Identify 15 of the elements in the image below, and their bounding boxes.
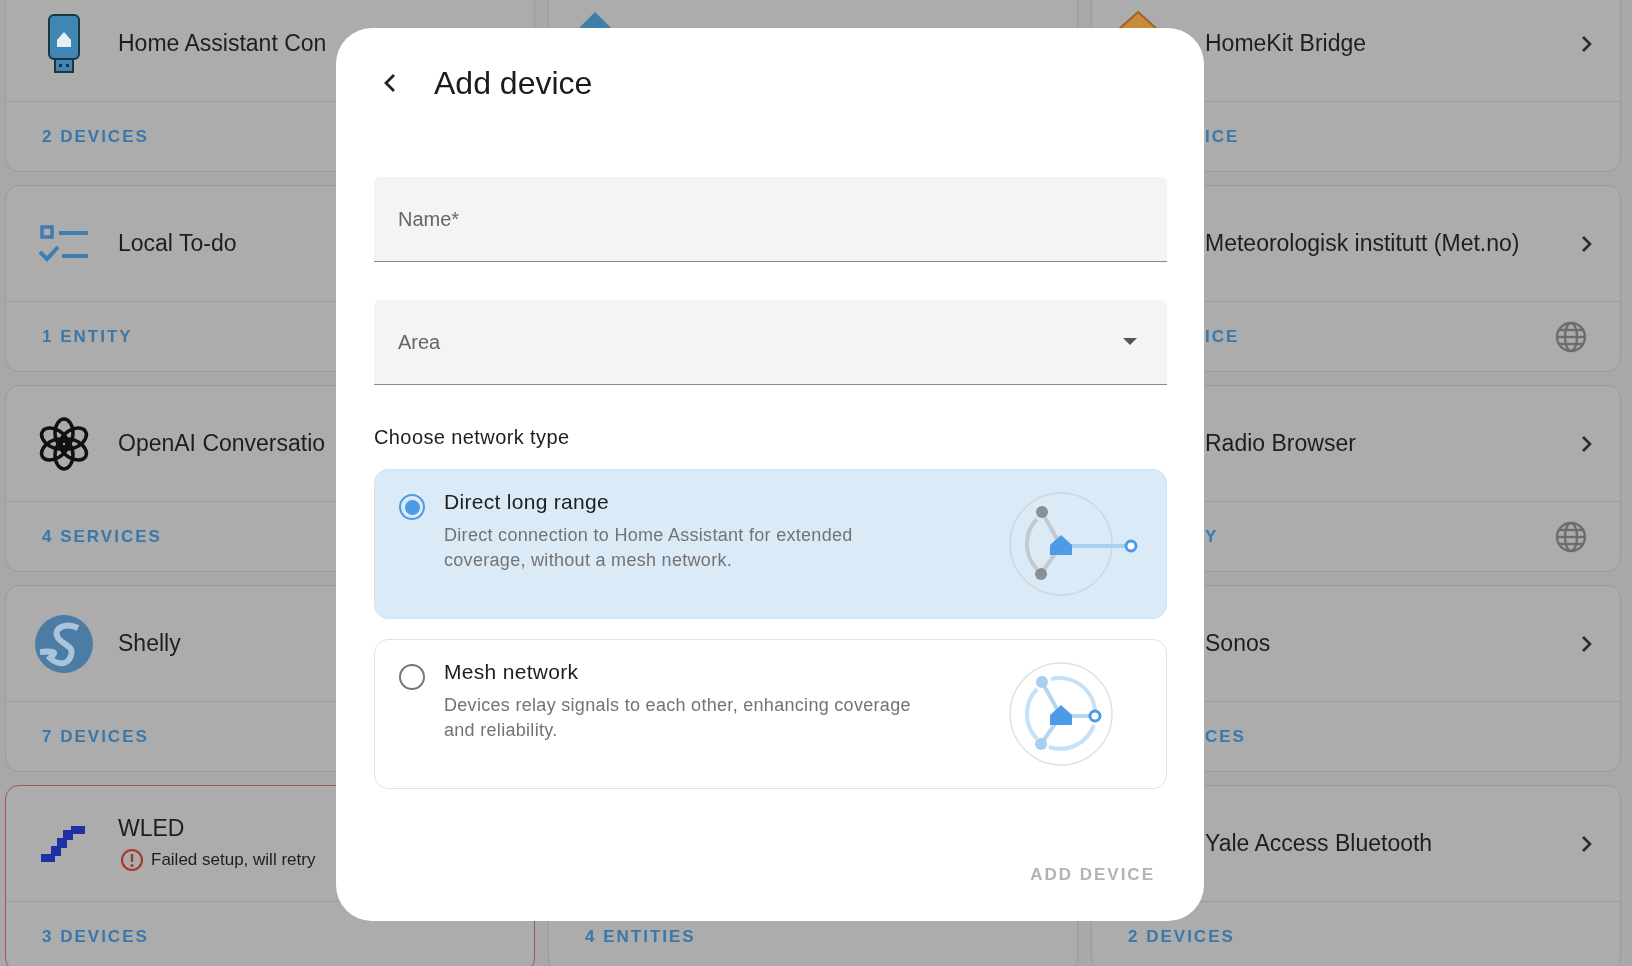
integration-title: Meteorologisk institutt (Met.no) xyxy=(1205,230,1520,257)
integration-title: Radio Browser xyxy=(1205,430,1356,457)
area-dropdown[interactable]: Area xyxy=(374,300,1167,385)
error-message: Failed setup, will retry xyxy=(151,850,316,870)
integration-title: Sonos xyxy=(1205,630,1271,657)
integration-title: OpenAI Conversatio xyxy=(118,430,326,457)
integration-title: Yale Access Bluetooth xyxy=(1205,830,1433,857)
integration-title: WLED xyxy=(118,815,186,842)
integration-title: HomeKit Bridge xyxy=(1205,30,1367,57)
integration-title: Shelly xyxy=(118,630,181,657)
name-field[interactable]: Name* xyxy=(374,177,1167,262)
network-option[interactable]: Mesh network Devices relay signals to each other, enhancing coverage and reliability. xyxy=(374,639,1167,789)
network-option[interactable]: Direct long range Direct connection to Home Assistant for extended coverage, without a mesh network. xyxy=(374,469,1167,619)
integration-title: Local To-do xyxy=(118,230,237,257)
integration-title: Home Assistant Con xyxy=(118,30,327,57)
